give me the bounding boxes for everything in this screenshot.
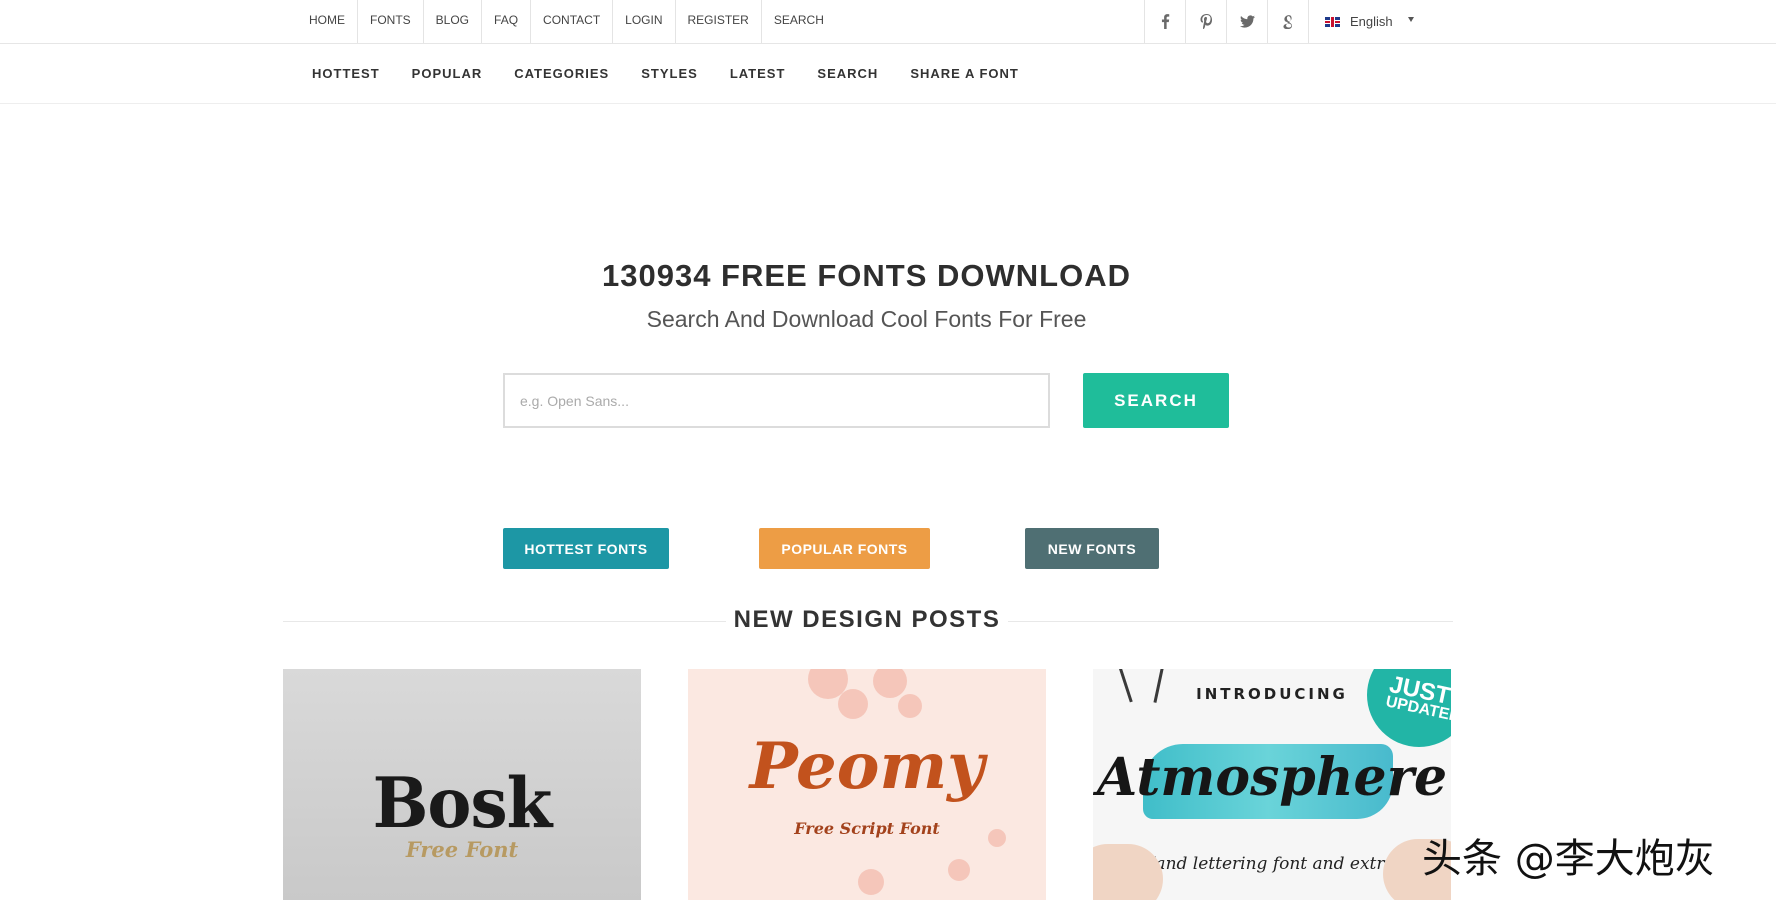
main-nav-popular[interactable]: POPULAR (412, 66, 483, 81)
main-nav-hottest[interactable]: HOTTEST (312, 66, 380, 81)
post-card-bosk[interactable]: Bosk Free Font (283, 669, 641, 900)
twitter-icon[interactable] (1226, 0, 1267, 43)
chevron-down-icon (1408, 17, 1414, 22)
decor-hand (1093, 844, 1163, 900)
search-input[interactable] (503, 373, 1050, 428)
popular-fonts-button[interactable]: POPULAR FONTS (759, 528, 930, 569)
section-title: NEW DESIGN POSTS (733, 606, 1001, 633)
top-nav-faq[interactable]: FAQ (482, 0, 532, 43)
decor-petal (858, 869, 884, 895)
top-nav-login[interactable]: LOGIN (613, 0, 676, 43)
post-card-title: Peomy (749, 729, 985, 804)
top-nav-search[interactable]: SEARCH (762, 0, 836, 43)
post-card-title: Atmosphere (1096, 747, 1448, 808)
post-card-atmosphere[interactable]: INTRODUCING Atmosphere Hand lettering fo… (1093, 669, 1451, 900)
post-card-title: Bosk (372, 762, 553, 844)
top-nav-register[interactable]: REGISTER (676, 0, 762, 43)
post-card-peomy[interactable]: Peomy Free Script Font (688, 669, 1046, 900)
new-fonts-button[interactable]: NEW FONTS (1025, 528, 1159, 569)
pinterest-icon[interactable] (1185, 0, 1226, 43)
search-button[interactable]: SEARCH (1083, 373, 1229, 428)
post-card-subtitle: Free Script Font (794, 819, 940, 838)
hottest-fonts-button[interactable]: HOTTEST FONTS (503, 528, 669, 569)
decor-petal (898, 694, 922, 718)
top-nav-contact[interactable]: CONTACT (531, 0, 614, 43)
main-nav-styles[interactable]: STYLES (641, 66, 698, 81)
top-nav-fonts[interactable]: FONTS (358, 0, 424, 43)
top-nav-blog[interactable]: BLOG (424, 0, 483, 43)
page-subtitle: Search And Download Cool Fonts For Free (646, 306, 1087, 332)
just-updated-badge: JUST UPDATED (1367, 669, 1451, 747)
facebook-icon[interactable] (1144, 0, 1185, 43)
social-links (1144, 0, 1308, 43)
decor-petal (873, 669, 907, 698)
top-nav-home[interactable]: HOME (297, 0, 358, 43)
main-nav-share-a-font[interactable]: SHARE A FONT (910, 66, 1019, 81)
decor-petal (838, 689, 868, 719)
main-nav-categories[interactable]: CATEGORIES (514, 66, 609, 81)
uk-flag-icon (1325, 16, 1340, 27)
google-plus-icon[interactable] (1267, 0, 1308, 43)
main-nav-latest[interactable]: LATEST (730, 66, 786, 81)
section-divider-right (1008, 621, 1453, 622)
language-selector[interactable]: English (1308, 0, 1426, 43)
top-nav: HOME FONTS BLOG FAQ CONTACT LOGIN REGIST… (297, 0, 836, 43)
main-nav: HOTTEST POPULAR CATEGORIES STYLES LATEST… (0, 44, 1776, 104)
decor-petal (948, 859, 970, 881)
watermark: 头条 @李大炮灰 (1422, 836, 1715, 882)
page-title: 130934 FREE FONTS DOWNLOAD (602, 258, 1131, 293)
language-label: English (1350, 14, 1393, 29)
post-card-subtitle: Free Font (405, 837, 519, 862)
main-nav-search[interactable]: SEARCH (817, 66, 878, 81)
top-bar: HOME FONTS BLOG FAQ CONTACT LOGIN REGIST… (0, 0, 1776, 44)
section-divider-left (283, 621, 726, 622)
